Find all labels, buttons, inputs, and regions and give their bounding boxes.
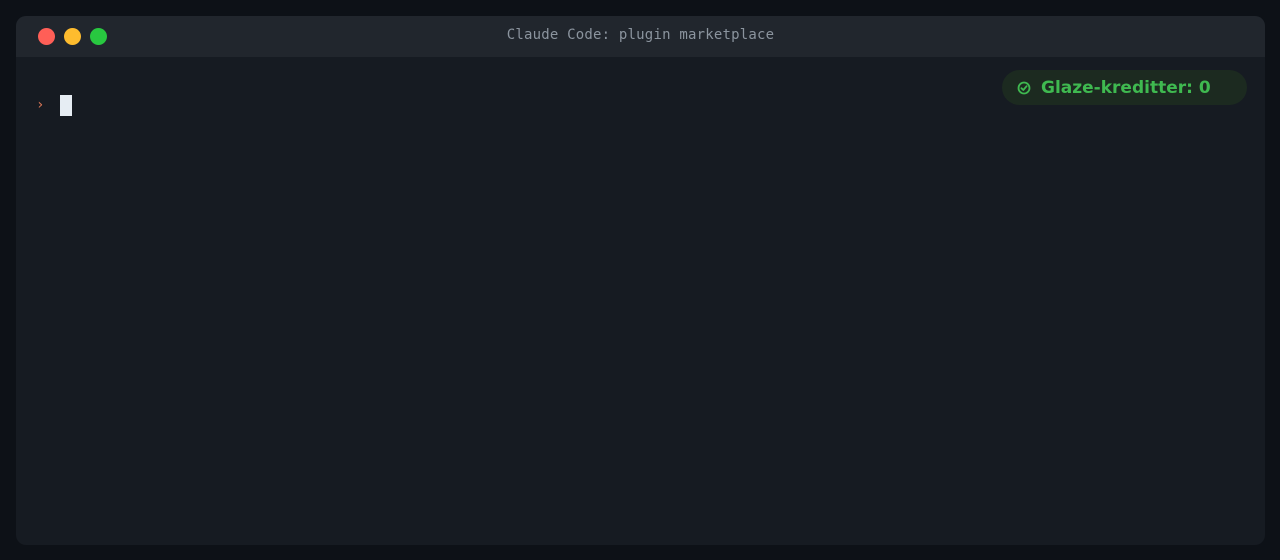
title-bar: Claude Code: plugin marketplace [16,16,1265,57]
text-cursor [60,94,72,116]
window-title: Claude Code: plugin marketplace [506,27,775,43]
check-circle-icon [1017,81,1031,95]
credits-badge: Glaze-kreditter: 0 [1002,70,1247,105]
terminal-window: Claude Code: plugin marketplace › Glaze-… [16,16,1265,545]
credits-text: Glaze-kreditter: 0 [1041,77,1211,98]
prompt-line[interactable]: › [36,94,72,116]
prompt-symbol: › [36,97,45,113]
terminal-body[interactable]: › Glaze-kreditter: 0 [16,57,1265,545]
